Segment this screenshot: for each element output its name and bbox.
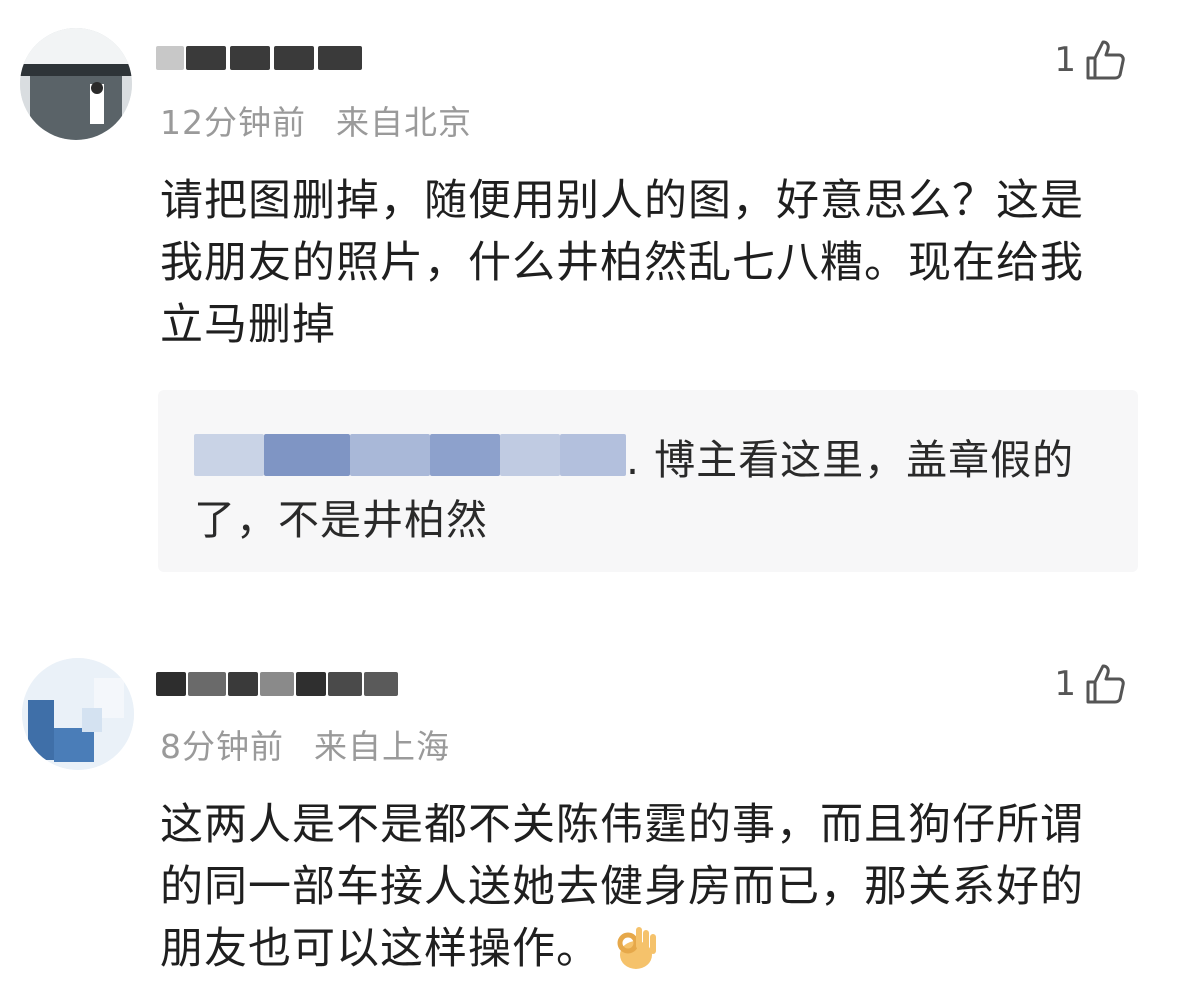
avatar-image — [22, 658, 134, 770]
comment-location: 来自上海 — [314, 727, 450, 766]
user-avatar[interactable] — [20, 28, 132, 140]
quoted-reply-content: . 博主看这里，盖章假的了，不是井柏然 — [194, 430, 1114, 550]
username-mosaic[interactable] — [156, 666, 401, 700]
ok-hand-emoji — [617, 927, 656, 969]
user-avatar[interactable] — [22, 658, 134, 770]
comment-location: 来自北京 — [336, 103, 472, 142]
comment-item: 12分钟前 来自北京 1 请把图删掉，随便用别人的图，好意思么？这是我朋友的照片，… — [0, 0, 1178, 610]
like-button[interactable]: 1 — [1054, 38, 1126, 82]
username-mosaic[interactable] — [156, 40, 366, 74]
comment-time: 8分钟前 — [160, 727, 284, 766]
comment-meta: 8分钟前 来自上海 — [160, 720, 450, 768]
quoted-reply[interactable]: . 博主看这里，盖章假的了，不是井柏然 — [158, 390, 1138, 572]
like-count: 1 — [1054, 664, 1076, 704]
thumb-up-icon — [1086, 40, 1125, 80]
comment-text-wrap: 这两人是不是都不关陈伟霆的事，而且狗仔所谓的同一部车接人送她去健身房而已，那关系… — [160, 794, 1110, 980]
comment-text: 请把图删掉，随便用别人的图，好意思么？这是我朋友的照片，什么井柏然乱七八糟。现在… — [160, 176, 1084, 350]
comment-item: 8分钟前 来自上海 1 这两人是不是都不关陈伟霆的事，而且狗仔所谓的同一部车接人送… — [0, 640, 1178, 1003]
like-button[interactable]: 1 — [1054, 662, 1126, 706]
comment-time: 12分钟前 — [160, 103, 306, 142]
avatar-image — [20, 28, 132, 140]
quoted-username-mosaic — [194, 432, 626, 480]
like-count: 1 — [1054, 40, 1076, 80]
comment-meta: 12分钟前 来自北京 — [160, 96, 472, 144]
thumb-up-icon — [1086, 664, 1125, 704]
